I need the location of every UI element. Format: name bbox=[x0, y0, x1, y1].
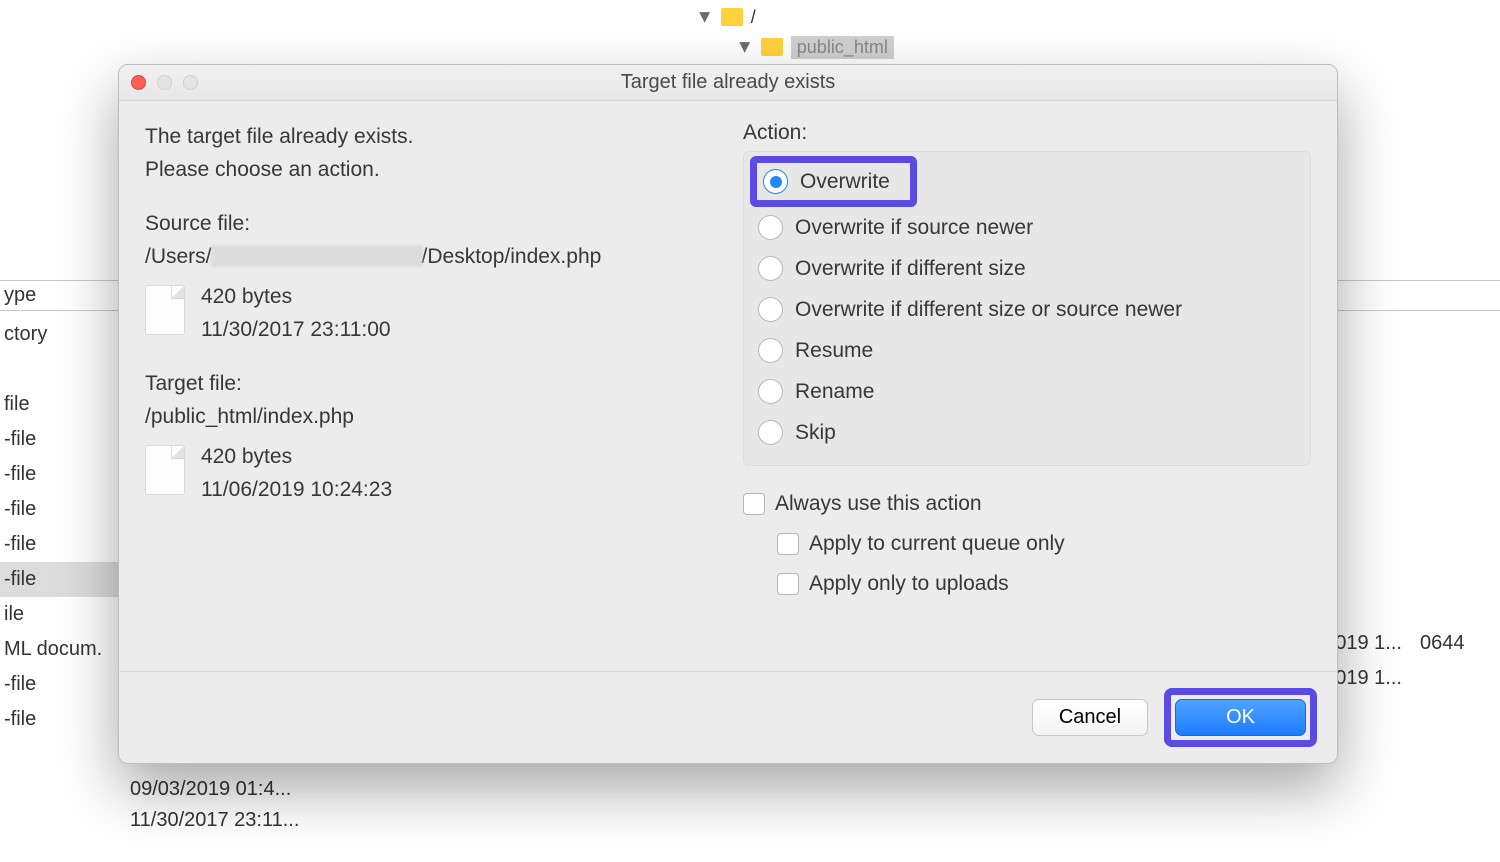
radio-button[interactable] bbox=[758, 379, 783, 404]
ok-button[interactable]: OK bbox=[1175, 699, 1306, 736]
list-item[interactable]: -file bbox=[0, 422, 120, 457]
list-item[interactable]: file bbox=[0, 387, 120, 422]
list-item[interactable]: ctory bbox=[0, 317, 120, 352]
list-item[interactable]: ile bbox=[0, 597, 120, 632]
list-item[interactable]: ML docum. bbox=[0, 632, 120, 667]
radio-skip[interactable]: Skip bbox=[758, 412, 1296, 453]
folder-icon bbox=[721, 8, 743, 26]
always-use-action-row[interactable]: Always use this action bbox=[743, 484, 1311, 524]
file-icon bbox=[145, 285, 185, 335]
source-file-path: /Users//Desktop/index.php bbox=[145, 241, 713, 274]
radio-button[interactable] bbox=[758, 297, 783, 322]
radio-button[interactable] bbox=[758, 420, 783, 445]
left-date-1: 09/03/2019 01:4... bbox=[130, 774, 299, 805]
action-label: Action: bbox=[743, 121, 1311, 145]
list-item[interactable] bbox=[0, 352, 120, 387]
file-icon bbox=[145, 445, 185, 495]
apply-queue-label: Apply to current queue only bbox=[809, 532, 1065, 556]
radio-label: Overwrite if different size bbox=[795, 257, 1026, 281]
radio-label: Overwrite if source newer bbox=[795, 216, 1033, 240]
list-item[interactable]: -file bbox=[0, 527, 120, 562]
background-left-list: ype ctory file-file-file-file-file-filei… bbox=[0, 280, 120, 737]
background-folder-tree: ▶ / ▶ public_html bbox=[700, 2, 894, 62]
left-list-header[interactable]: ype bbox=[0, 280, 120, 311]
list-item[interactable]: -file bbox=[0, 702, 120, 737]
always-use-label: Always use this action bbox=[775, 492, 982, 516]
ok-highlight: OK bbox=[1164, 688, 1317, 747]
radio-resume[interactable]: Resume bbox=[758, 330, 1296, 371]
folder-icon bbox=[761, 38, 783, 56]
tree-row-child[interactable]: ▶ public_html bbox=[700, 32, 894, 62]
blurred-username bbox=[212, 245, 422, 267]
list-item[interactable]: -file bbox=[0, 492, 120, 527]
apply-uploads-row[interactable]: Apply only to uploads bbox=[743, 564, 1311, 604]
chevron-down-icon: ▶ bbox=[737, 42, 754, 53]
radio-rename[interactable]: Rename bbox=[758, 371, 1296, 412]
source-file-size: 420 bytes bbox=[201, 281, 391, 314]
radio-overwrite-if-different-size[interactable]: Overwrite if different size bbox=[758, 248, 1296, 289]
radio-button[interactable] bbox=[763, 169, 788, 194]
tree-row-root[interactable]: ▶ / bbox=[700, 2, 894, 32]
apply-uploads-label: Apply only to uploads bbox=[809, 572, 1009, 596]
checkbox-apply-uploads[interactable] bbox=[777, 573, 799, 595]
radio-label: Skip bbox=[795, 421, 836, 445]
list-item[interactable]: -file bbox=[0, 667, 120, 702]
target-file-path: /public_html/index.php bbox=[145, 401, 713, 434]
chevron-down-icon: ▶ bbox=[697, 12, 714, 23]
dialog-footer: Cancel OK bbox=[119, 671, 1337, 763]
source-file-date: 11/30/2017 23:11:00 bbox=[201, 314, 391, 347]
dialog-right-column: Action: Overwrite Overwrite if source new… bbox=[743, 121, 1311, 671]
target-file-size: 420 bytes bbox=[201, 441, 392, 474]
radio-label: Resume bbox=[795, 339, 873, 363]
action-radio-group: Overwrite Overwrite if source newer Overwr… bbox=[743, 151, 1311, 466]
target-file-date: 11/06/2019 10:24:23 bbox=[201, 474, 392, 507]
radio-button[interactable] bbox=[758, 338, 783, 363]
list-item[interactable]: -file bbox=[0, 562, 120, 597]
tree-root-label: / bbox=[751, 7, 756, 28]
dialog-left-column: The target file already exists. Please c… bbox=[145, 121, 713, 671]
radio-overwrite-if-source-newer[interactable]: Overwrite if source newer bbox=[758, 207, 1296, 248]
list-item[interactable]: -file bbox=[0, 457, 120, 492]
radio-label: Rename bbox=[795, 380, 874, 404]
dialog-title: Target file already exists bbox=[119, 71, 1337, 94]
radio-overwrite[interactable]: Overwrite bbox=[750, 156, 917, 207]
left-date-2: 11/30/2017 23:11... bbox=[130, 805, 299, 836]
radio-label: Overwrite if different size or source ne… bbox=[795, 298, 1182, 322]
dialog-msg-1: The target file already exists. bbox=[145, 121, 713, 154]
radio-label: Overwrite bbox=[800, 170, 890, 194]
checkbox-apply-queue[interactable] bbox=[777, 533, 799, 555]
checkbox-always-use[interactable] bbox=[743, 493, 765, 515]
background-left-dates: 09/03/2019 01:4... 11/30/2017 23:11... bbox=[130, 774, 299, 836]
radio-button[interactable] bbox=[758, 215, 783, 240]
dialog-msg-2: Please choose an action. bbox=[145, 154, 713, 187]
cancel-button[interactable]: Cancel bbox=[1032, 699, 1148, 736]
overwrite-dialog: Target file already exists The target fi… bbox=[118, 64, 1338, 764]
tree-child-label: public_html bbox=[791, 36, 894, 59]
dialog-titlebar: Target file already exists bbox=[119, 65, 1337, 101]
target-file-label: Target file: bbox=[145, 368, 713, 401]
radio-button[interactable] bbox=[758, 256, 783, 281]
apply-queue-row[interactable]: Apply to current queue only bbox=[743, 524, 1311, 564]
radio-overwrite-if-different-size-or-source-newer[interactable]: Overwrite if different size or source ne… bbox=[758, 289, 1296, 330]
source-file-label: Source file: bbox=[145, 208, 713, 241]
